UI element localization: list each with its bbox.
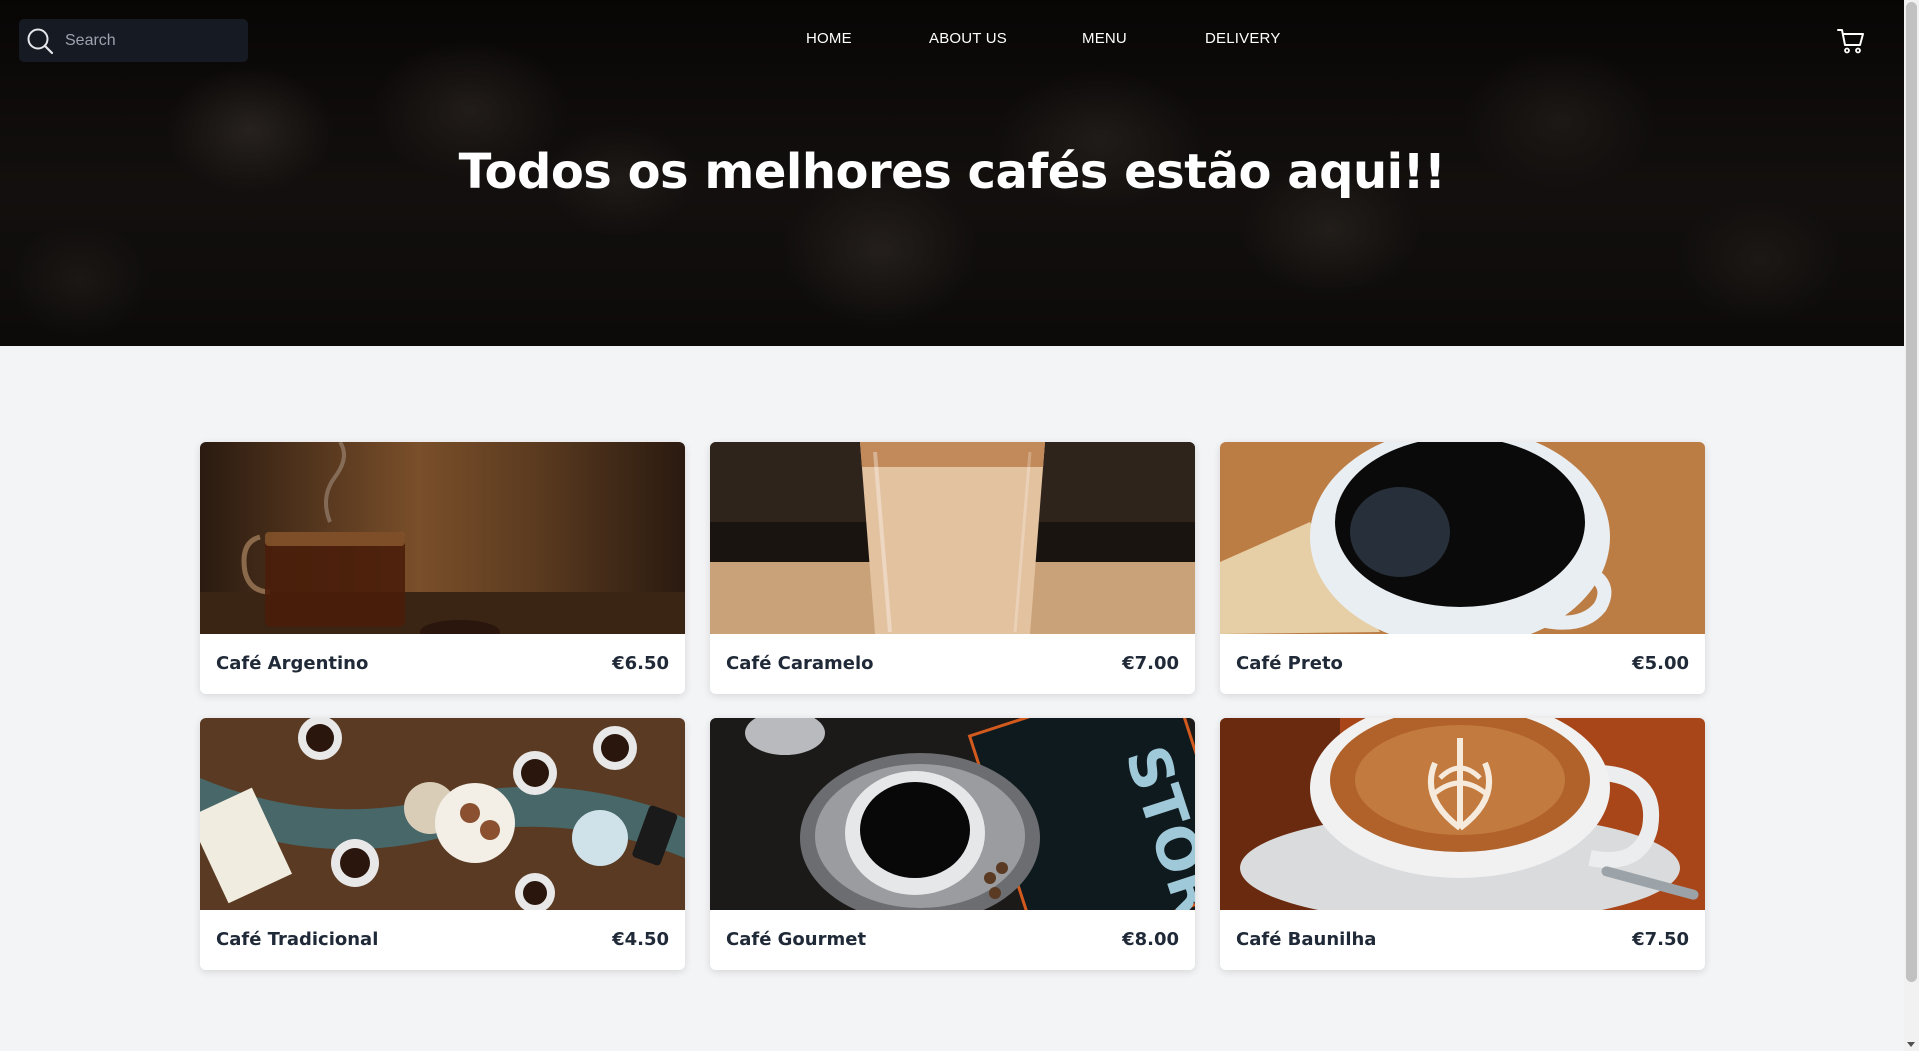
- top-navbar: HOME ABOUT US MENU DELIVERY: [0, 0, 1904, 80]
- scroll-down-arrow-icon[interactable]: [1907, 1042, 1915, 1047]
- product-card-cafe-tradicional[interactable]: Café Tradicional €4.50: [200, 718, 685, 970]
- product-card-cafe-preto[interactable]: Café Preto €5.00: [1220, 442, 1705, 694]
- nav-delivery[interactable]: DELIVERY: [1205, 30, 1281, 47]
- product-card-cafe-baunilha[interactable]: Café Baunilha €7.50: [1220, 718, 1705, 970]
- product-price: €7.00: [1122, 653, 1179, 674]
- product-name: Café Argentino: [216, 653, 369, 674]
- product-card-cafe-caramelo[interactable]: Café Caramelo €7.00: [710, 442, 1195, 694]
- hero-title: Todos os melhores cafés estão aqui!!: [458, 144, 1446, 200]
- product-price: €5.00: [1632, 653, 1689, 674]
- nav-about-us[interactable]: ABOUT US: [929, 30, 1007, 47]
- vertical-scrollbar[interactable]: [1904, 0, 1919, 1051]
- product-price: €4.50: [612, 929, 669, 950]
- product-price: €8.00: [1122, 929, 1179, 950]
- product-name: Café Tradicional: [216, 929, 379, 950]
- product-image: [1220, 442, 1705, 634]
- product-card-cafe-gourmet[interactable]: STORY Café Gourmet €8.00: [710, 718, 1195, 970]
- product-image: [200, 718, 685, 910]
- product-name: Café Preto: [1236, 653, 1343, 674]
- product-card-cafe-argentino[interactable]: Café Argentino €6.50: [200, 442, 685, 694]
- product-image: [200, 442, 685, 634]
- product-price: €6.50: [612, 653, 669, 674]
- cart-icon[interactable]: [1836, 26, 1866, 56]
- product-name: Café Gourmet: [726, 929, 867, 950]
- nav-home[interactable]: HOME: [806, 30, 852, 47]
- product-image: [1220, 718, 1705, 910]
- product-name: Café Caramelo: [726, 653, 874, 674]
- main-nav: HOME ABOUT US MENU DELIVERY: [0, 30, 1904, 50]
- scrollbar-thumb[interactable]: [1906, 2, 1917, 982]
- product-name: Café Baunilha: [1236, 929, 1377, 950]
- product-image: STORY: [710, 718, 1195, 910]
- product-price: €7.50: [1632, 929, 1689, 950]
- product-image: [710, 442, 1195, 634]
- nav-menu[interactable]: MENU: [1082, 30, 1127, 47]
